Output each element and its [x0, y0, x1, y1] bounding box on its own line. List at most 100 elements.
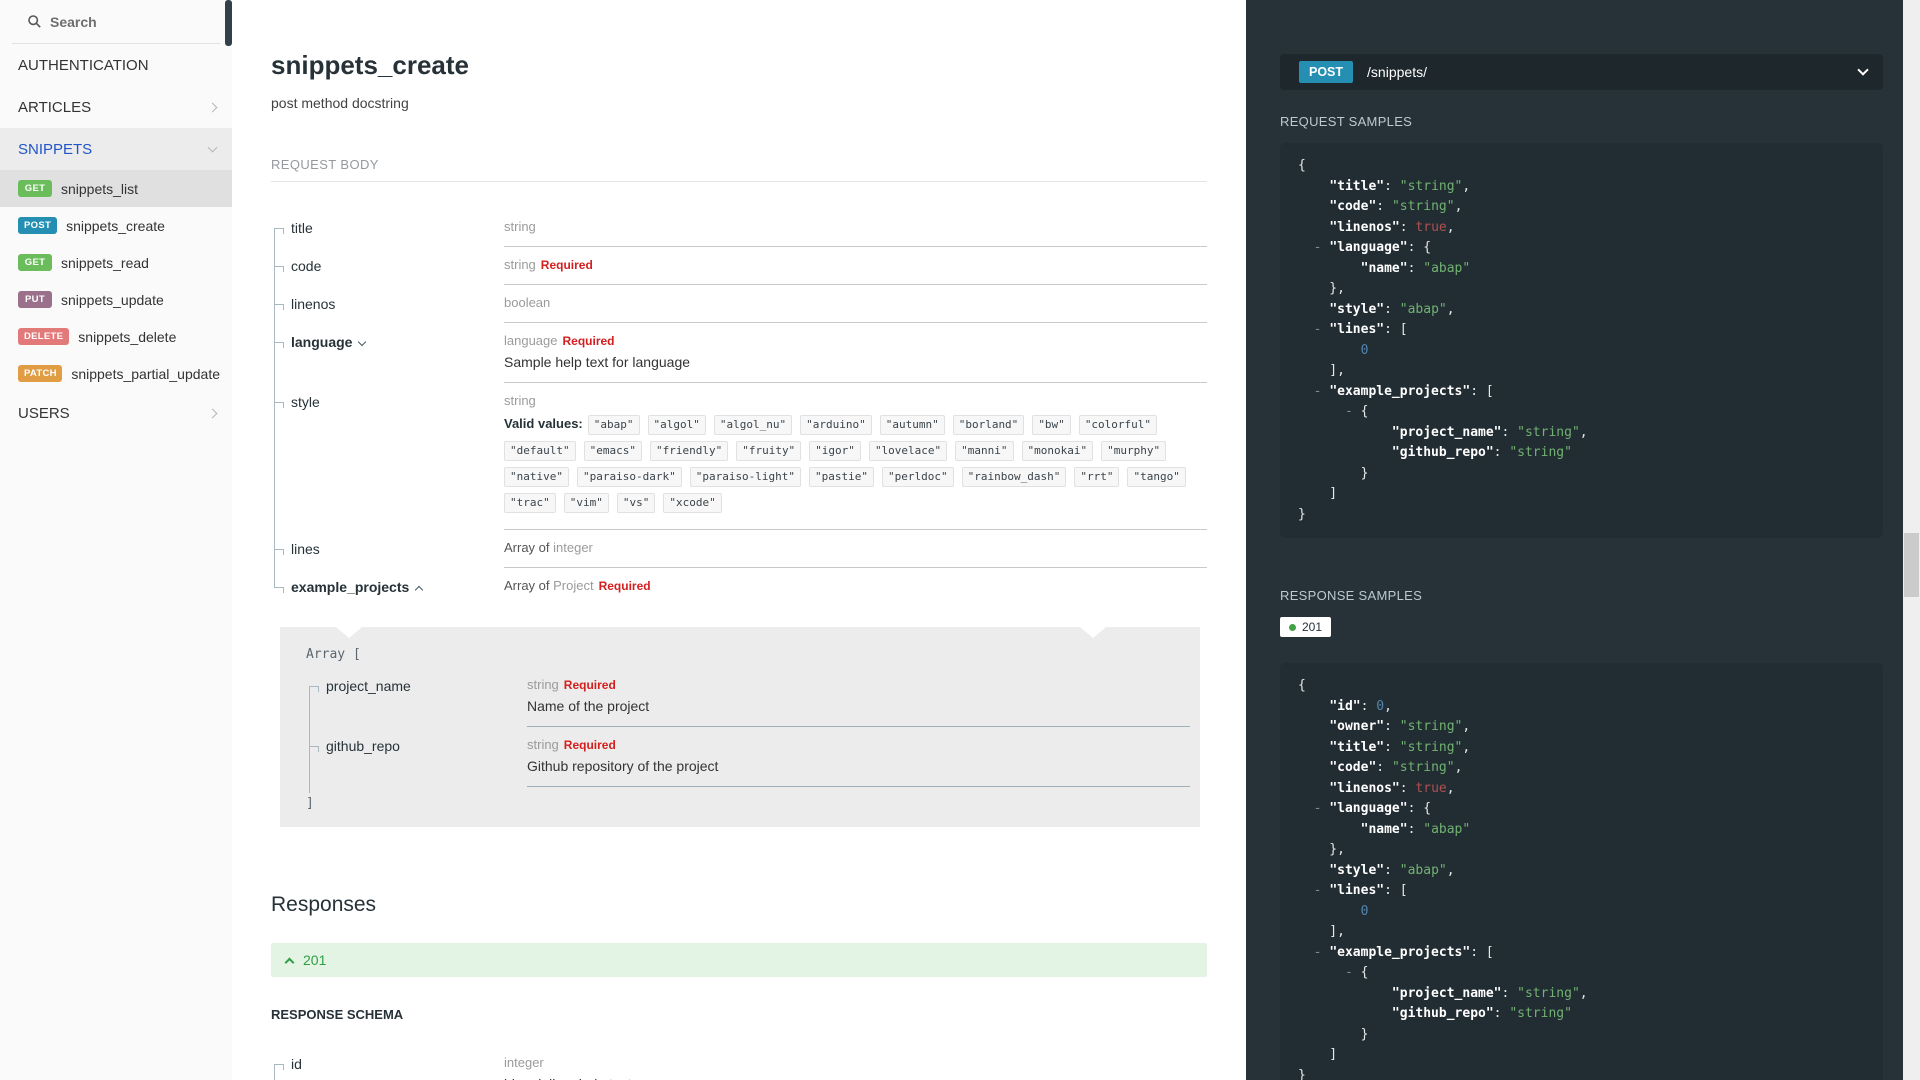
- code-token: :: [1493, 1006, 1510, 1021]
- sidebar-section-authentication[interactable]: AUTHENTICATION: [0, 44, 232, 86]
- sidebar-section-users[interactable]: USERS: [0, 392, 232, 434]
- response-status-tab[interactable]: 201: [1280, 617, 1332, 637]
- request-body-caption: REQUEST BODY: [271, 157, 1207, 182]
- code-line: - "language": {: [1298, 799, 1865, 820]
- sidebar-item-snippets_update[interactable]: PUT snippets_update: [0, 281, 232, 318]
- chevron-down-icon: [1857, 64, 1869, 76]
- code-line: - {: [1298, 963, 1865, 984]
- code-token: "string": [1391, 199, 1455, 214]
- code-line: },: [1298, 279, 1865, 300]
- code-token: : [: [1384, 883, 1408, 898]
- field-name: style: [291, 394, 320, 410]
- http-method-badge: POST: [1299, 61, 1354, 83]
- field-row-example-projects[interactable]: example_projects Array of Project Require…: [271, 567, 1207, 605]
- code-token: "language": [1329, 801, 1408, 816]
- code-token: ,: [1454, 199, 1463, 214]
- sidebar-item-snippets_read[interactable]: GET snippets_read: [0, 244, 232, 281]
- code-line: "linenos": true,: [1298, 218, 1865, 239]
- code-token: : {: [1407, 240, 1432, 255]
- code-token: }: [1298, 506, 1306, 522]
- code-token: ,: [1446, 862, 1455, 878]
- code-token: : [: [1470, 383, 1494, 399]
- required-badge: Required: [598, 579, 651, 593]
- field-row-language[interactable]: language language Required Sample help te…: [271, 322, 1207, 383]
- required-badge: Required: [563, 678, 616, 692]
- sidebar-item-snippets_create[interactable]: POST snippets_create: [0, 207, 232, 244]
- window-scrollbar[interactable]: [1903, 0, 1920, 1080]
- code-token: "string": [1399, 719, 1463, 734]
- required-badge: Required: [563, 738, 616, 752]
- sidebar-item-label: snippets_list: [61, 180, 139, 197]
- array-schema-panel: Array [ project_name string Required Name…: [280, 627, 1200, 827]
- endpoint-selector[interactable]: POST /snippets/: [1280, 54, 1883, 90]
- code-token: :: [1407, 821, 1424, 837]
- operation-docstring: post method docstring: [271, 95, 409, 111]
- fold-toggle-icon[interactable]: -: [1314, 945, 1330, 960]
- method-badge: PATCH: [18, 365, 63, 382]
- code-token: :: [1360, 698, 1377, 714]
- enum-value-chip: "monokai": [1021, 441, 1094, 461]
- sidebar-section-snippets[interactable]: SNIPPETS: [0, 128, 232, 170]
- chevron-up-icon: [284, 957, 295, 967]
- sidebar-item-snippets_delete[interactable]: DELETE snippets_delete: [0, 318, 232, 355]
- sidebar-item-label: snippets_read: [61, 254, 149, 271]
- code-token: "example_projects": [1329, 944, 1471, 960]
- fold-toggle-icon[interactable]: -: [1314, 240, 1330, 255]
- sidebar-operations: GET snippets_list POST snippets_create GET sn…: [0, 170, 232, 392]
- sidebar-item-label: snippets_create: [66, 217, 165, 234]
- response-201-banner[interactable]: 201: [271, 943, 1207, 977]
- code-token: :: [1399, 219, 1416, 235]
- search-bar[interactable]: [12, 0, 220, 44]
- fold-toggle-icon[interactable]: -: [1345, 404, 1361, 419]
- enum-value-chip: "abap": [587, 415, 640, 435]
- enum-value-chip: "vs": [616, 493, 656, 513]
- code-token: {: [1360, 404, 1369, 419]
- fold-toggle-icon[interactable]: -: [1314, 322, 1330, 337]
- code-line: - "example_projects": [: [1298, 943, 1865, 964]
- code-token: "owner": [1329, 719, 1385, 734]
- sidebar-item-label: snippets_partial_update: [71, 365, 220, 382]
- code-line: }: [1298, 1025, 1865, 1046]
- code-token: : {: [1407, 801, 1432, 816]
- field-type: language Required: [504, 333, 615, 348]
- code-token: },: [1298, 281, 1345, 296]
- enum-value-chip: "igor": [809, 441, 861, 461]
- fold-toggle-icon[interactable]: -: [1345, 965, 1361, 980]
- code-line: "linenos": true,: [1298, 779, 1865, 800]
- sidebar-scrollbar-thumb[interactable]: [225, 0, 232, 46]
- fold-toggle-icon[interactable]: -: [1314, 801, 1330, 816]
- enum-value-chip: "fruity": [736, 441, 802, 461]
- code-token: :: [1501, 985, 1518, 1001]
- code-token: ,: [1446, 780, 1455, 796]
- field-name: language: [291, 332, 504, 383]
- method-badge: PUT: [18, 291, 52, 308]
- code-line: - "lines": [: [1298, 320, 1865, 341]
- sidebar-item-snippets_partial_update[interactable]: PATCH snippets_partial_update: [0, 355, 232, 392]
- chevron-right-icon: [207, 408, 218, 418]
- fold-toggle-icon[interactable]: -: [1314, 384, 1330, 399]
- code-line: "project_name": "string",: [1298, 423, 1865, 444]
- code-line: 0: [1298, 902, 1865, 923]
- code-token: "language": [1329, 240, 1408, 255]
- code-line: "title": "string",: [1298, 177, 1865, 198]
- code-token: ,: [1384, 698, 1392, 714]
- code-token: }: [1298, 465, 1369, 481]
- section-label: ARTICLES: [18, 98, 92, 116]
- window-scrollbar-thumb[interactable]: [1904, 533, 1919, 597]
- code-token: : [: [1470, 944, 1494, 960]
- sidebar-section-articles[interactable]: ARTICLES: [0, 86, 232, 128]
- code-line: - "language": {: [1298, 238, 1865, 259]
- enum-value-chip: "arduino": [800, 415, 872, 435]
- code-line: - "lines": [: [1298, 881, 1865, 902]
- sidebar-item-snippets_list[interactable]: GET snippets_list: [0, 170, 232, 207]
- search-input[interactable]: [50, 13, 180, 30]
- fold-toggle-icon[interactable]: -: [1314, 883, 1330, 898]
- section-label: USERS: [18, 404, 70, 422]
- field-type: string: [504, 219, 536, 234]
- field-type: boolean: [504, 295, 551, 310]
